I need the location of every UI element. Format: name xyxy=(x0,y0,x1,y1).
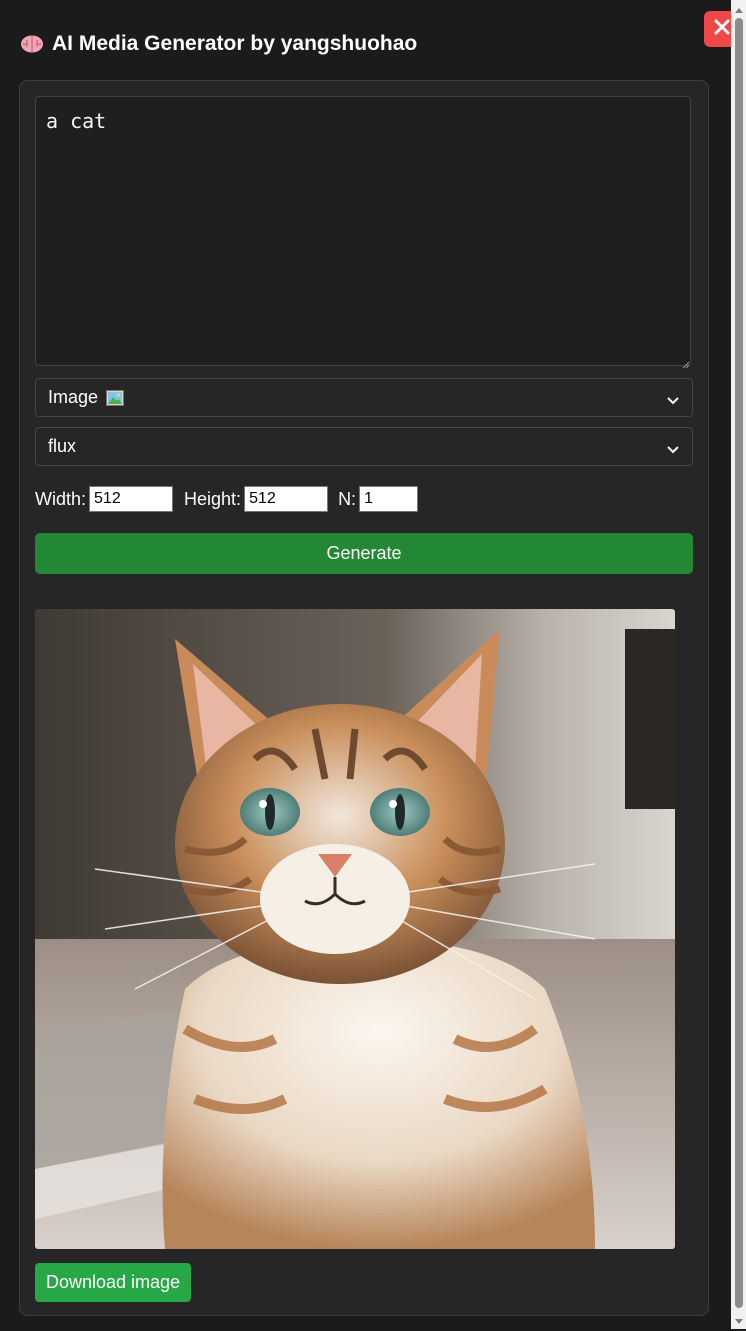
chevron-down-icon xyxy=(666,440,680,454)
generate-button[interactable]: Generate xyxy=(35,533,693,574)
prompt-input[interactable]: a cat xyxy=(35,96,691,366)
media-type-selected: Image xyxy=(48,387,99,407)
model-select[interactable]: flux xyxy=(35,427,693,466)
picture-icon xyxy=(106,389,125,406)
height-input[interactable] xyxy=(244,486,329,512)
width-input[interactable] xyxy=(89,486,174,512)
dimensions-row: Width: Height: N: xyxy=(35,486,419,512)
brain-icon xyxy=(20,34,44,54)
app-title-text: AI Media Generator by yangshuohao xyxy=(52,32,418,55)
chevron-down-icon xyxy=(666,391,680,405)
media-type-select[interactable]: Image xyxy=(35,378,693,417)
model-selected: flux xyxy=(48,436,77,456)
app-title: AI Media Generator by yangshuohao xyxy=(20,32,417,56)
height-label: Height: xyxy=(184,488,242,509)
download-image-button[interactable]: Download image xyxy=(35,1263,191,1302)
scroll-thumb[interactable] xyxy=(735,18,743,1308)
width-label: Width: xyxy=(35,488,87,509)
n-label: N: xyxy=(338,488,357,509)
scroll-down-icon[interactable] xyxy=(734,1313,744,1324)
generated-cat-image xyxy=(35,609,675,1249)
resize-grip-icon[interactable] xyxy=(682,356,690,369)
close-icon xyxy=(713,18,731,41)
scroll-up-icon[interactable] xyxy=(734,3,744,13)
n-input[interactable] xyxy=(359,486,419,512)
